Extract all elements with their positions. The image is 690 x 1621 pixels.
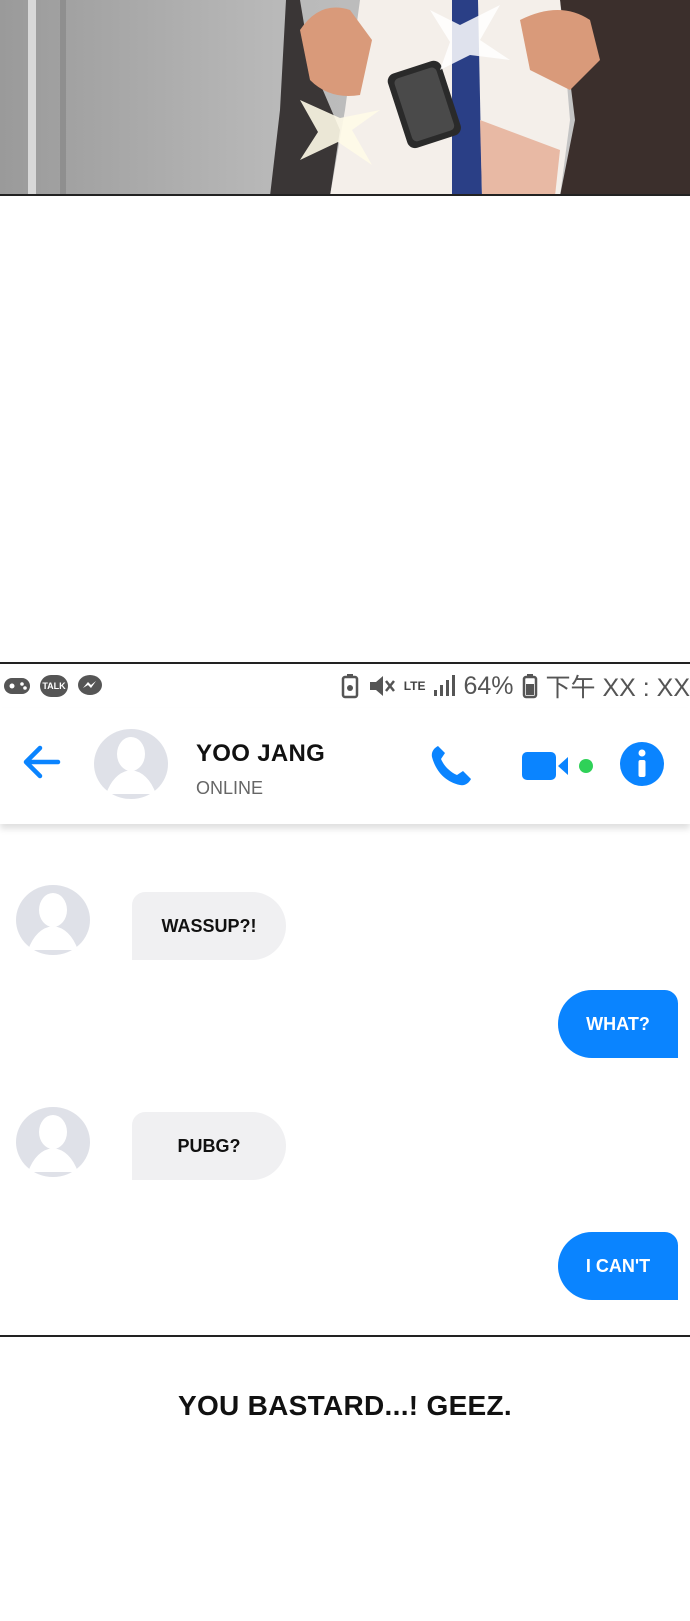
phone-screen: TALK LTE 64% 下午 XX: XX YOO JANG ONLINE … xyxy=(0,662,690,1337)
network-type: LTE xyxy=(403,679,426,693)
video-call-icon[interactable] xyxy=(520,746,600,786)
contact-status: ONLINE xyxy=(196,778,264,798)
status-left-icons: TALK xyxy=(2,674,104,698)
message-bubble-outgoing[interactable]: I CAN'T xyxy=(558,1232,678,1300)
back-arrow-icon[interactable] xyxy=(18,738,66,786)
talk-icon: TALK xyxy=(40,675,68,697)
chat-header: YOO JANG ONLINE xyxy=(0,708,690,824)
comic-illustration xyxy=(28,0,690,194)
status-bar: TALK LTE 64% 下午 XX: XX xyxy=(0,664,690,708)
contact-name: YOO JANG xyxy=(196,740,326,767)
battery-icon xyxy=(522,674,537,699)
message-avatar xyxy=(16,885,90,955)
signal-icon xyxy=(434,675,456,696)
caption-text: YOU BASTARD...! GEEZ. xyxy=(177,1390,512,1421)
battery-saver-icon xyxy=(341,674,358,699)
status-clock: 下午 XX : XX xyxy=(545,674,690,702)
message-list: WASSUP?! WHAT? PUBG? I CAN'T xyxy=(0,824,690,1335)
comic-panel-top xyxy=(0,0,690,196)
phone-call-icon[interactable] xyxy=(426,742,474,790)
mute-icon xyxy=(369,676,395,696)
info-icon[interactable] xyxy=(618,740,666,788)
game-icon xyxy=(4,678,30,694)
message-avatar xyxy=(16,1107,90,1177)
online-dot-icon xyxy=(579,759,593,773)
message-bubble-outgoing[interactable]: WHAT? xyxy=(558,990,678,1058)
message-bubble-incoming[interactable]: PUBG? xyxy=(132,1112,286,1180)
status-right-icons: LTE 64% 下午 XX : XX xyxy=(340,668,690,704)
messenger-icon xyxy=(78,675,102,695)
battery-percent: 64% xyxy=(463,671,514,700)
message-bubble-incoming[interactable]: WASSUP?! xyxy=(132,892,286,960)
contact-avatar[interactable] xyxy=(92,728,170,800)
